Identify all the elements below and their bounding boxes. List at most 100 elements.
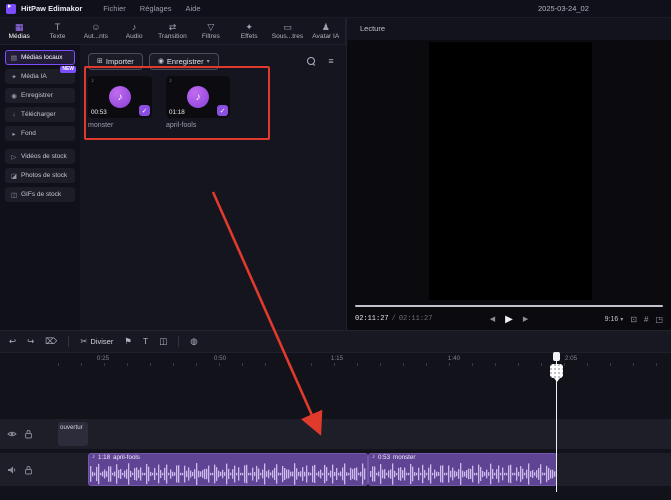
track-audio: ♪ 1:18 april-fools ♪ 0:53 monster bbox=[0, 453, 671, 486]
sidebar-item-telecharger[interactable]: ↓ Télécharger bbox=[5, 107, 75, 122]
selected-check-badge[interactable]: ✓ bbox=[139, 105, 150, 116]
split-button[interactable]: ✂ Diviser bbox=[80, 336, 113, 347]
lock-icon[interactable] bbox=[24, 465, 33, 475]
sidebar-item-videos-stock[interactable]: ▷ Vidéos de stock bbox=[5, 149, 75, 164]
delete-button[interactable]: ⌦ bbox=[45, 337, 57, 346]
track-text: ouvertur bbox=[0, 419, 671, 449]
grid-button[interactable]: # bbox=[644, 315, 648, 324]
ruler-label: 2:05 bbox=[564, 355, 578, 362]
undo-button[interactable]: ↩ bbox=[9, 337, 16, 346]
sidebar-item-medias-locaux[interactable]: ▤ Médias locaux bbox=[5, 50, 75, 65]
record-button[interactable]: ◉ Enregistrer ▾ bbox=[148, 52, 219, 70]
marker-button[interactable]: ⚑ bbox=[124, 337, 132, 346]
preview-right-controls: 9:16 ▾ ⊡ # ◳ bbox=[605, 315, 663, 324]
app-logo-icon bbox=[6, 2, 16, 14]
preview-header-label: Lecture bbox=[360, 24, 386, 33]
preview-panel: Lecture 02:11:27 / 02:11:27 ◀ ▶ ▶ 9:16 ▾… bbox=[346, 18, 671, 330]
speaker-icon[interactable] bbox=[7, 465, 17, 475]
tab-sous-titres[interactable]: ▭ Sous...tres bbox=[268, 18, 306, 44]
tab-label: Texte bbox=[49, 32, 66, 40]
audio-thumbnail[interactable]: ♪ ♪ 01:18 ✓ bbox=[166, 76, 230, 118]
timeline-tracks: ouvertur ♪ 1:18 april-fools ♪ 0:53 monst… bbox=[0, 369, 671, 500]
new-badge: NEW bbox=[60, 66, 76, 73]
chevron-down-icon: ▾ bbox=[620, 316, 624, 323]
chevron-down-icon: ▾ bbox=[206, 58, 210, 65]
photo-icon: ◪ bbox=[10, 172, 18, 180]
mask-button[interactable]: ◍ bbox=[190, 337, 197, 346]
tab-texte[interactable]: T Texte bbox=[38, 18, 76, 44]
tab-avatar-ia[interactable]: ♟ Avatar IA bbox=[307, 18, 345, 44]
gif-icon: ◫ bbox=[10, 191, 18, 199]
total-time: 02:11:27 bbox=[398, 315, 433, 323]
video-icon: ▷ bbox=[11, 153, 17, 161]
toolbar-divider bbox=[178, 336, 180, 347]
pip-button[interactable]: ◫ bbox=[159, 337, 167, 346]
sidebar-item-label: Média IA bbox=[21, 73, 47, 80]
media-item-april-fools[interactable]: ♪ ♪ 01:18 ✓ april-fools bbox=[166, 76, 230, 129]
ruler-label: 1:15 bbox=[330, 355, 344, 362]
eye-icon[interactable] bbox=[7, 429, 17, 439]
audio-thumbnail[interactable]: ♪ ♪ 00:53 ✓ bbox=[88, 76, 152, 118]
redo-button[interactable]: ↪ bbox=[27, 337, 34, 346]
previous-frame-button[interactable]: ◀ bbox=[490, 315, 495, 323]
audio-clip-april-fools[interactable]: ♪ 1:18 april-fools bbox=[88, 453, 368, 486]
music-note-circle-icon: ♪ bbox=[109, 86, 131, 108]
tab-filtres[interactable]: ▽ Filtres bbox=[192, 18, 230, 44]
scissors-icon: ✂ bbox=[80, 336, 88, 346]
seek-bar[interactable] bbox=[355, 305, 663, 307]
sidebar-item-fond[interactable]: ▸ Fond bbox=[5, 126, 75, 141]
tab-label: Aut...nts bbox=[83, 32, 108, 40]
playhead-grip[interactable] bbox=[550, 364, 563, 382]
sidebar-item-gifs-stock[interactable]: ◫ GIFs de stock bbox=[5, 187, 75, 202]
lock-icon[interactable] bbox=[24, 429, 33, 439]
play-button[interactable]: ▶ bbox=[505, 314, 513, 325]
sidebar-item-media-ia[interactable]: ✦ Média IA NEW bbox=[5, 66, 76, 84]
aspect-ratio-value: 9:16 bbox=[604, 315, 619, 323]
clip-label: ♪ 0:53 monster bbox=[372, 454, 415, 461]
sidebar-item-label: Photos de stock bbox=[21, 172, 68, 179]
tab-transition[interactable]: ⇄ Transition bbox=[153, 18, 191, 44]
tab-medias[interactable]: ▦ Médias bbox=[0, 18, 38, 44]
duration-label: 00:53 bbox=[91, 109, 107, 116]
search-button[interactable] bbox=[304, 54, 318, 68]
app-window: HitPaw Edimakor Fichier Réglages Aide 20… bbox=[0, 0, 671, 500]
next-frame-button[interactable]: ▶ bbox=[523, 315, 528, 323]
avatar-icon: ♟ bbox=[321, 21, 330, 32]
split-button-label: Diviser bbox=[90, 337, 114, 346]
ruler-label: 0:25 bbox=[96, 355, 110, 362]
menu-fichier[interactable]: Fichier bbox=[96, 4, 133, 13]
sidebar-item-enregistrer[interactable]: ◉ Enregistrer bbox=[5, 88, 75, 103]
media-item-monster[interactable]: ♪ ♪ 00:53 ✓ monster bbox=[88, 76, 152, 129]
filter-icon: ▽ bbox=[207, 21, 215, 32]
ribbon-tabbar: ▦ Médias T Texte ☺ Aut...nts ♪ Audio ⇄ T… bbox=[0, 18, 346, 45]
sidebar-item-label: Enregistrer bbox=[21, 92, 53, 99]
sidebar-item-label: Fond bbox=[21, 130, 36, 137]
menu-reglages[interactable]: Réglages bbox=[133, 4, 179, 13]
media-panel-toolbar: ⊞ Importer ◉ Enregistrer ▾ ≡ bbox=[88, 52, 338, 70]
clip-name: april-fools bbox=[113, 454, 140, 461]
media-icon: ▦ bbox=[14, 21, 24, 32]
import-button[interactable]: ⊞ Importer bbox=[88, 52, 143, 70]
sidebar-item-photos-stock[interactable]: ◪ Photos de stock bbox=[5, 168, 75, 183]
media-grid: ♪ ♪ 00:53 ✓ monster ♪ ♪ 01:18 ✓ april-fo… bbox=[88, 76, 230, 129]
fullscreen-button[interactable]: ◳ bbox=[655, 315, 663, 324]
fit-screen-button[interactable]: ⊡ bbox=[630, 315, 637, 324]
current-time: 02:11:27 bbox=[355, 315, 389, 323]
music-note-icon: ♪ bbox=[91, 78, 94, 84]
selected-check-badge[interactable]: ✓ bbox=[217, 105, 228, 116]
add-text-button[interactable]: T bbox=[143, 337, 148, 346]
tab-effets[interactable]: ✦ Effets bbox=[230, 18, 268, 44]
playhead-marker[interactable] bbox=[553, 352, 560, 361]
menu-aide[interactable]: Aide bbox=[179, 4, 208, 13]
text-clip-ouverture[interactable]: ouvertur bbox=[58, 422, 88, 446]
sidebar-item-label: Médias locaux bbox=[21, 54, 63, 61]
timeline-ruler[interactable]: 0:25 0:50 1:15 1:40 2:05 2:30 bbox=[0, 353, 671, 369]
tab-audio[interactable]: ♪ Audio bbox=[115, 18, 153, 44]
tab-autocollants[interactable]: ☺ Aut...nts bbox=[77, 18, 115, 44]
audio-clip-monster[interactable]: ♪ 0:53 monster bbox=[368, 453, 557, 486]
clip-duration: 1:18 bbox=[98, 454, 111, 461]
sort-button[interactable]: ≡ bbox=[324, 54, 338, 68]
sticker-icon: ☺ bbox=[91, 21, 101, 32]
import-icon: ⊞ bbox=[97, 58, 103, 65]
aspect-ratio-selector[interactable]: 9:16 ▾ bbox=[605, 316, 624, 323]
